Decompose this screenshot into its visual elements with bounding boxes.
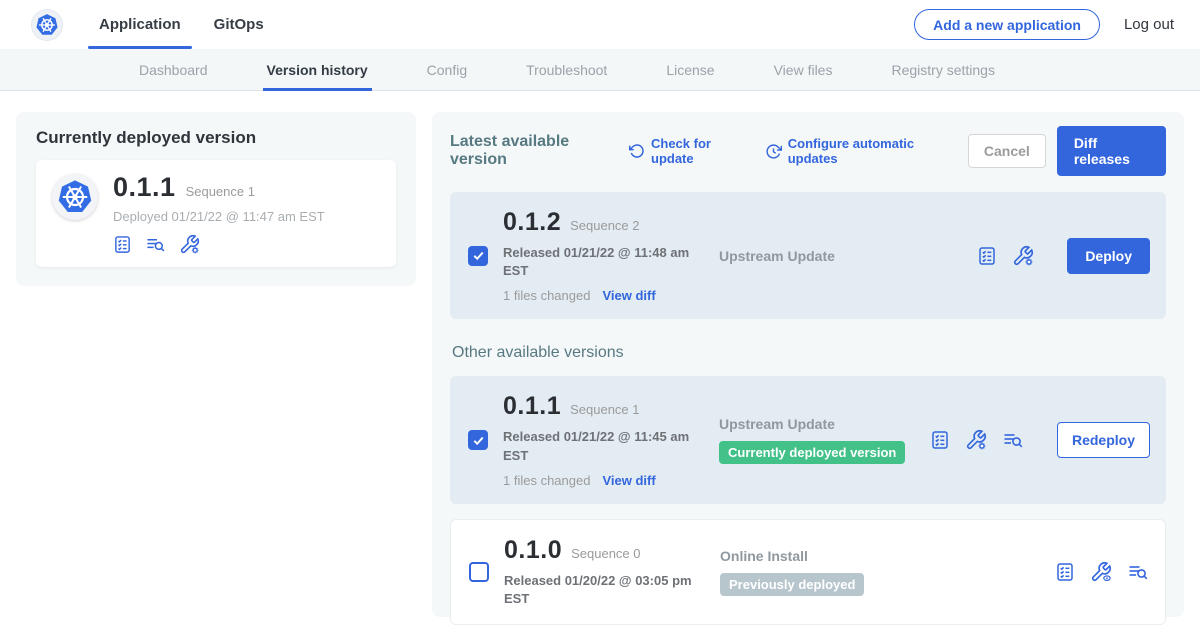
subtab-license[interactable]: License — [666, 49, 714, 91]
add-application-button[interactable]: Add a new application — [914, 9, 1100, 40]
view-config-icon[interactable] — [1090, 561, 1112, 583]
files-changed-label: 1 files changed — [503, 473, 590, 488]
other-versions-header: Other available versions — [452, 344, 1166, 362]
schedule-update-icon — [765, 143, 782, 160]
deployed-version-card: 0.1.1 Sequence 1 Deployed 01/21/22 @ 11:… — [36, 160, 396, 267]
version-checkbox[interactable] — [468, 430, 488, 450]
deployed-timestamp: Deployed 01/21/22 @ 11:47 am EST — [113, 209, 325, 224]
release-logs-icon[interactable] — [1127, 562, 1149, 582]
release-logs-icon[interactable] — [1002, 430, 1024, 450]
edit-config-icon[interactable] — [179, 234, 200, 255]
released-timestamp: Released 01/21/22 @ 11:48 am EST — [503, 244, 699, 280]
version-source-label: Upstream Update — [719, 416, 930, 432]
sequence-label: Sequence 0 — [571, 546, 640, 561]
files-changed-label: 1 files changed — [503, 288, 590, 303]
configure-updates-link[interactable]: Configure automatic updates — [765, 136, 948, 166]
version-number: 0.1.2 — [503, 208, 561, 237]
previously-deployed-badge: Previously deployed — [720, 573, 864, 596]
preflight-checklist-icon[interactable] — [977, 246, 997, 266]
deployed-version-number: 0.1.1 — [113, 172, 176, 203]
kubernetes-logo-icon — [32, 10, 62, 40]
released-timestamp: Released 01/20/22 @ 03:05 pm EST — [504, 572, 700, 608]
version-checkbox[interactable] — [468, 246, 488, 266]
released-timestamp: Released 01/21/22 @ 11:45 am EST — [503, 428, 699, 464]
checkmark-icon — [472, 434, 485, 447]
version-number: 0.1.0 — [504, 536, 562, 565]
edit-config-icon[interactable] — [1012, 245, 1034, 267]
edit-config-icon[interactable] — [965, 429, 987, 451]
sequence-label: Sequence 2 — [570, 218, 639, 233]
version-source-label: Upstream Update — [719, 248, 977, 264]
preflight-checklist-icon[interactable] — [1055, 562, 1075, 582]
subtab-view-files[interactable]: View files — [774, 49, 833, 91]
currently-deployed-panel: Currently deployed version 0.1.1 Sequenc… — [16, 112, 416, 286]
version-row-0-1-0: 0.1.0 Sequence 0 Released 01/20/22 @ 03:… — [450, 519, 1166, 625]
view-diff-link[interactable]: View diff — [602, 473, 655, 488]
subtab-version-history[interactable]: Version history — [267, 49, 368, 91]
version-row-0-1-2: 0.1.2 Sequence 2 Released 01/21/22 @ 11:… — [450, 192, 1166, 319]
check-for-update-link[interactable]: Check for update — [629, 136, 745, 166]
version-history-panel: Latest available version Check for updat… — [432, 112, 1184, 617]
version-row-0-1-1: 0.1.1 Sequence 1 Released 01/21/22 @ 11:… — [450, 376, 1166, 503]
tab-gitops[interactable]: GitOps — [214, 0, 264, 49]
deployed-panel-title: Currently deployed version — [16, 112, 416, 160]
latest-version-header: Latest available version — [450, 133, 613, 169]
redeploy-button[interactable]: Redeploy — [1057, 422, 1150, 458]
subtab-config[interactable]: Config — [427, 49, 467, 91]
cancel-button[interactable]: Cancel — [968, 134, 1046, 168]
app-sub-nav: Dashboard Version history Config Trouble… — [0, 49, 1200, 91]
tab-application[interactable]: Application — [99, 0, 181, 49]
deployed-sequence-label: Sequence 1 — [186, 184, 255, 199]
currently-deployed-badge: Currently deployed version — [719, 441, 905, 464]
subtab-dashboard[interactable]: Dashboard — [139, 49, 208, 91]
kubernetes-app-icon — [52, 174, 98, 220]
checkmark-icon — [472, 249, 485, 262]
view-diff-link[interactable]: View diff — [602, 288, 655, 303]
top-nav: Application GitOps Add a new application… — [0, 0, 1200, 49]
version-checkbox[interactable] — [469, 562, 489, 582]
deploy-button[interactable]: Deploy — [1067, 238, 1150, 274]
preflight-checklist-icon[interactable] — [113, 235, 132, 254]
logout-button[interactable]: Log out — [1124, 16, 1174, 33]
version-number: 0.1.1 — [503, 392, 561, 421]
refresh-icon — [629, 143, 645, 159]
diff-releases-button[interactable]: Diff releases — [1057, 126, 1166, 176]
version-source-label: Online Install — [720, 548, 1055, 564]
release-logs-icon[interactable] — [145, 235, 166, 254]
subtab-troubleshoot[interactable]: Troubleshoot — [526, 49, 607, 91]
subtab-registry-settings[interactable]: Registry settings — [891, 49, 994, 91]
sequence-label: Sequence 1 — [570, 402, 639, 417]
preflight-checklist-icon[interactable] — [930, 430, 950, 450]
